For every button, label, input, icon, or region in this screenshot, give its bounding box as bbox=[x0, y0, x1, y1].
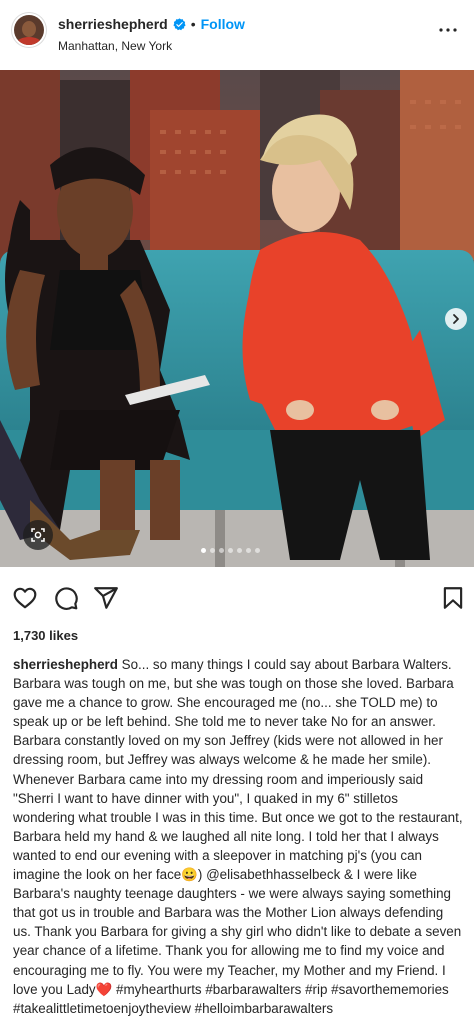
post-photo[interactable] bbox=[0, 70, 474, 567]
caption-username[interactable]: sherrieshepherd bbox=[13, 657, 118, 672]
carousel-dot bbox=[228, 548, 233, 553]
carousel-next-icon bbox=[453, 314, 459, 324]
bookmark-icon[interactable] bbox=[440, 585, 466, 611]
comment-icon[interactable] bbox=[53, 585, 79, 611]
carousel-dot bbox=[210, 548, 215, 553]
avatar[interactable] bbox=[14, 15, 44, 45]
carousel-dot bbox=[237, 548, 242, 553]
carousel-dot bbox=[201, 548, 206, 553]
avatar-shirt bbox=[17, 37, 41, 45]
carousel-dot bbox=[246, 548, 251, 553]
multi-image-indicator[interactable] bbox=[23, 520, 53, 550]
caption-text: So... so many things I could say about B… bbox=[13, 657, 463, 1016]
carousel-dot bbox=[255, 548, 260, 553]
more-options-icon[interactable] bbox=[436, 18, 460, 42]
post-header: sherrieshepherd • Follow Manhattan, New … bbox=[0, 0, 474, 68]
carousel-dot bbox=[219, 548, 224, 553]
carousel-next-button[interactable] bbox=[445, 308, 467, 330]
username-row: sherrieshepherd • Follow bbox=[58, 16, 245, 32]
avatar-face bbox=[22, 21, 36, 37]
share-icon[interactable] bbox=[93, 585, 119, 611]
photo-illustration bbox=[0, 70, 474, 567]
multi-image-icon bbox=[31, 528, 45, 542]
verified-badge-icon bbox=[173, 17, 186, 30]
username-link[interactable]: sherrieshepherd bbox=[58, 16, 168, 32]
carousel-dots bbox=[201, 548, 260, 553]
action-bar bbox=[0, 585, 474, 615]
likes-count[interactable]: 1,730 likes bbox=[13, 628, 78, 643]
separator-dot: • bbox=[190, 16, 196, 32]
location-link[interactable]: Manhattan, New York bbox=[58, 39, 172, 53]
heart-icon[interactable] bbox=[12, 585, 38, 611]
post-caption: sherrieshepherd So... so many things I c… bbox=[13, 655, 463, 1018]
follow-button[interactable]: Follow bbox=[201, 16, 245, 32]
